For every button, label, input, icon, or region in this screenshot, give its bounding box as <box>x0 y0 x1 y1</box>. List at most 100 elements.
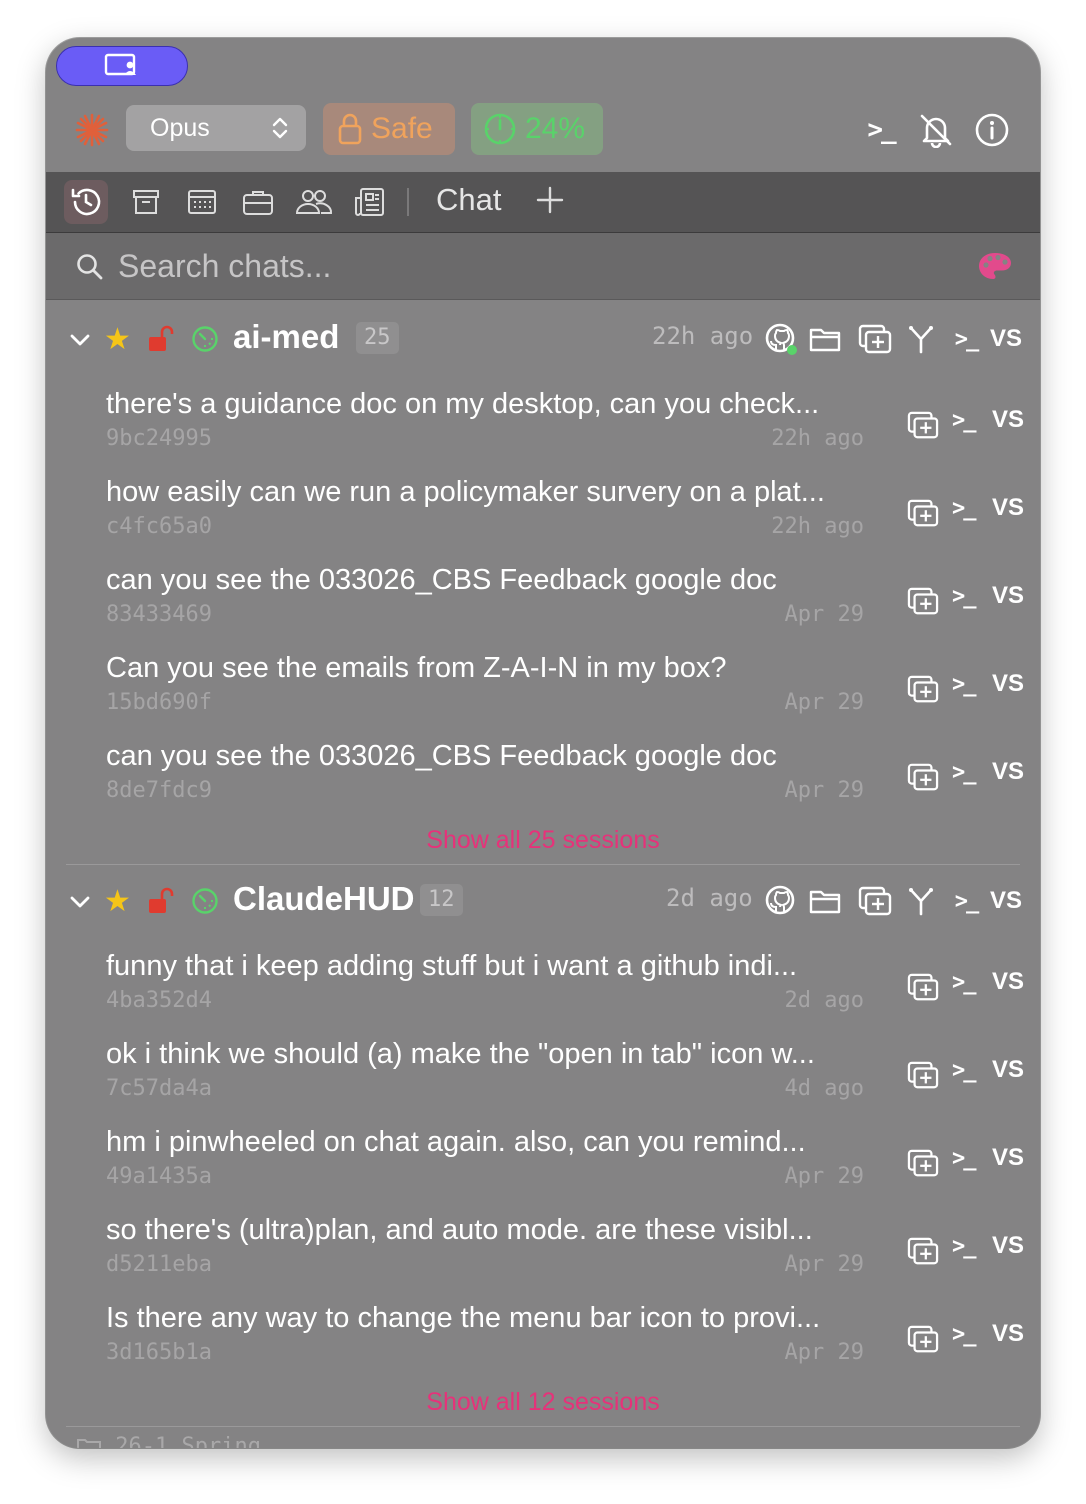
session-time: Apr 29 <box>784 1164 864 1189</box>
context-pct: 24% <box>525 112 586 145</box>
folder-icon <box>809 890 841 914</box>
new-tab-icon[interactable] <box>906 410 940 440</box>
show-all-sessions-link[interactable]: Show all 25 sessions <box>46 826 1040 855</box>
star-icon[interactable]: ★ <box>104 884 131 920</box>
project-header-partial[interactable]: 26-1 Spring <box>76 1434 261 1448</box>
session-actions: >_ VS <box>906 1054 1026 1094</box>
tab-bar: Chat <box>46 172 1040 233</box>
session-row[interactable]: can you see the 033026_CBS Feedback goog… <box>46 564 1040 652</box>
show-all-sessions-link[interactable]: Show all 12 sessions <box>46 1388 1040 1417</box>
new-session-button[interactable] <box>856 882 894 920</box>
tab-people[interactable] <box>292 180 336 224</box>
palette-icon[interactable] <box>978 251 1012 281</box>
safe-mode-badge[interactable]: Safe <box>323 103 455 155</box>
terminal-icon[interactable]: >_ <box>952 1146 976 1171</box>
vscode-icon[interactable]: VS <box>992 1144 1024 1172</box>
terminal-icon[interactable]: >_ <box>952 408 976 433</box>
vscode-icon[interactable]: VS <box>992 494 1024 522</box>
open-terminal-button[interactable]: >_ <box>946 882 986 920</box>
open-terminal-button[interactable]: >_ <box>946 320 986 358</box>
terminal-icon[interactable]: >_ <box>952 584 976 609</box>
terminal-icon[interactable]: >_ <box>952 672 976 697</box>
new-tab-icon[interactable] <box>906 972 940 1002</box>
chevron-down-icon[interactable] <box>68 890 92 914</box>
session-id: 4ba352d4 <box>106 988 212 1013</box>
context-usage-badge[interactable]: 24% <box>471 103 603 155</box>
info-button[interactable] <box>972 110 1012 150</box>
vscode-icon[interactable]: VS <box>992 406 1024 434</box>
github-button[interactable] <box>762 320 800 358</box>
new-tab-icon[interactable] <box>906 674 940 704</box>
vscode-icon[interactable]: VS <box>992 968 1024 996</box>
session-row[interactable]: Can you see the emails from Z-A-I-N in m… <box>46 652 1040 740</box>
session-row[interactable]: hm i pinwheeled on chat again. also, can… <box>46 1126 1040 1214</box>
new-tab-icon[interactable] <box>906 762 940 792</box>
tab-work[interactable] <box>236 180 280 224</box>
project-header[interactable]: ★ ClaudeHUD 12 2d ago >_ VS <box>46 876 1040 928</box>
new-tab-icon[interactable] <box>906 1148 940 1178</box>
session-id: 7c57da4a <box>106 1076 212 1101</box>
model-label: Opus <box>150 113 210 142</box>
open-folder-button[interactable] <box>806 882 844 920</box>
new-tab-icon[interactable] <box>906 1060 940 1090</box>
vscode-icon[interactable]: VS <box>992 1320 1024 1348</box>
vscode-icon[interactable]: VS <box>992 758 1024 786</box>
github-icon <box>765 323 797 355</box>
terminal-icon[interactable]: >_ <box>952 970 976 995</box>
new-session-button[interactable] <box>856 320 894 358</box>
new-tab-icon[interactable] <box>906 1236 940 1266</box>
session-count-badge: 25 <box>356 322 399 354</box>
add-tab-icon[interactable] <box>534 184 566 216</box>
session-time: Apr 29 <box>784 602 864 627</box>
tab-archive[interactable] <box>124 180 168 224</box>
session-actions: >_ VS <box>906 404 1026 444</box>
session-row[interactable]: so there's (ultra)plan, and auto mode. a… <box>46 1214 1040 1302</box>
tab-calendar[interactable] <box>180 180 224 224</box>
new-tab-icon[interactable] <box>906 586 940 616</box>
session-row[interactable]: Is there any way to change the menu bar … <box>46 1302 1040 1390</box>
branch-button[interactable] <box>902 882 940 920</box>
open-vscode-button[interactable]: VS <box>986 882 1026 920</box>
github-button[interactable] <box>762 882 800 920</box>
terminal-icon[interactable]: >_ <box>952 496 976 521</box>
search-bar <box>46 233 1040 300</box>
session-id: 3d165b1a <box>106 1340 212 1365</box>
open-vscode-button[interactable]: VS <box>986 320 1026 358</box>
notifications-off-button[interactable] <box>916 110 956 150</box>
vscode-icon[interactable]: VS <box>992 1232 1024 1260</box>
new-tab-icon[interactable] <box>906 498 940 528</box>
vscode-icon[interactable]: VS <box>992 582 1024 610</box>
open-folder-button[interactable] <box>806 320 844 358</box>
session-row[interactable]: can you see the 033026_CBS Feedback goog… <box>46 740 1040 828</box>
tab-history[interactable] <box>64 180 108 224</box>
new-tab-icon[interactable] <box>906 1324 940 1354</box>
search-input[interactable] <box>116 243 940 289</box>
new-tab-icon <box>858 324 892 354</box>
vscode-icon[interactable]: VS <box>992 670 1024 698</box>
unlocked-icon[interactable] <box>146 886 176 916</box>
session-row[interactable]: there's a guidance doc on my desktop, ca… <box>46 388 1040 476</box>
terminal-icon[interactable]: >_ <box>952 1322 976 1347</box>
screen-share-button[interactable] <box>56 46 188 86</box>
group-divider <box>66 1426 1020 1427</box>
terminal-icon[interactable]: >_ <box>952 1058 976 1083</box>
chevron-down-icon[interactable] <box>68 328 92 352</box>
tab-news[interactable] <box>348 180 392 224</box>
session-title: there's a guidance doc on my desktop, ca… <box>106 388 820 420</box>
terminal-icon[interactable]: >_ <box>952 760 976 785</box>
vscode-icon[interactable]: VS <box>992 1056 1024 1084</box>
session-row[interactable]: how easily can we run a policymaker surv… <box>46 476 1040 564</box>
tab-chat[interactable]: Chat <box>436 182 501 218</box>
model-select[interactable]: Opus <box>126 105 306 151</box>
project-name: ClaudeHUD <box>233 880 415 917</box>
session-actions: >_ VS <box>906 492 1026 532</box>
star-icon[interactable]: ★ <box>104 322 131 358</box>
terminal-button[interactable]: >_ <box>858 110 904 150</box>
terminal-icon[interactable]: >_ <box>952 1234 976 1259</box>
vscode-icon: VS <box>989 887 1022 914</box>
unlocked-icon[interactable] <box>146 324 176 354</box>
project-header[interactable]: ★ ai-med 25 22h ago >_ VS <box>46 314 1040 366</box>
session-row[interactable]: ok i think we should (a) make the "open … <box>46 1038 1040 1126</box>
branch-button[interactable] <box>902 320 940 358</box>
session-row[interactable]: funny that i keep adding stuff but i wan… <box>46 950 1040 1038</box>
